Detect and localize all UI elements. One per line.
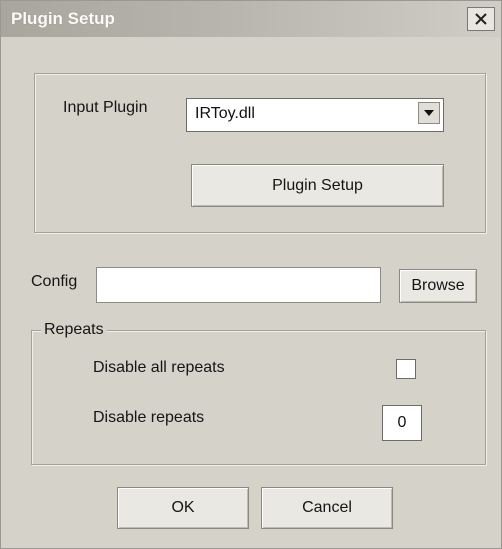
config-label: Config — [31, 273, 78, 290]
input-plugin-select[interactable]: IRToy.dll — [186, 98, 444, 132]
config-input[interactable] — [96, 267, 381, 303]
disable-repeats-label: Disable repeats — [93, 409, 205, 426]
chevron-down-icon — [424, 110, 434, 116]
browse-button[interactable]: Browse — [399, 269, 477, 303]
input-plugin-label: Input Plugin — [63, 99, 148, 116]
input-plugin-selected-value: IRToy.dll — [195, 105, 255, 122]
dropdown-button[interactable] — [418, 102, 440, 124]
close-icon — [475, 13, 487, 25]
disable-all-repeats-label: Disable all repeats — [93, 359, 225, 376]
disable-all-repeats-checkbox[interactable] — [396, 359, 416, 379]
plugin-setup-dialog: Plugin Setup Input Plugin IRToy.dll Plug… — [0, 0, 502, 549]
disable-repeats-input[interactable]: 0 — [382, 405, 422, 441]
ok-button[interactable]: OK — [117, 487, 249, 529]
close-button[interactable] — [467, 7, 495, 31]
plugin-setup-button[interactable]: Plugin Setup — [191, 164, 444, 207]
cancel-button[interactable]: Cancel — [261, 487, 393, 529]
plugin-group-panel — [34, 73, 486, 233]
window-title: Plugin Setup — [11, 9, 115, 28]
repeats-group-legend: Repeats — [41, 321, 107, 339]
repeats-group-panel — [31, 330, 486, 465]
title-bar[interactable]: Plugin Setup — [1, 1, 501, 37]
